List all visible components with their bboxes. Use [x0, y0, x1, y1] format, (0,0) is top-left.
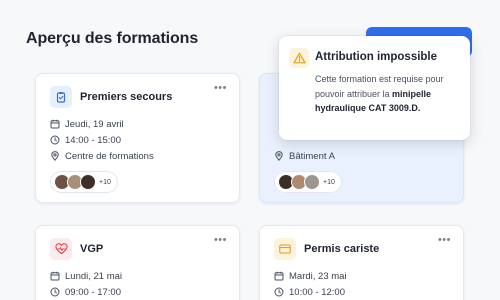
card-location: Bâtiment A [289, 150, 335, 162]
card-title: Permis cariste [304, 243, 380, 255]
card-menu-button[interactable]: ••• [214, 234, 227, 246]
card-date: Lundi, 21 mai [65, 270, 123, 282]
avatar [304, 174, 320, 190]
popover-title: Attribution impossible [315, 51, 438, 63]
training-card-premiers-secours[interactable]: Premiers secours ••• Jeudi, 19 avril 14:… [35, 73, 240, 203]
card-title: VGP [80, 243, 104, 255]
card-date: Jeudi, 19 avril [65, 118, 124, 130]
card-time: 14:00 - 15:00 [65, 134, 121, 146]
participants-group[interactable]: +10 [50, 171, 118, 193]
location-pin-icon [275, 151, 283, 161]
heartbeat-icon [50, 238, 72, 260]
page-title: Aperçu des formations [26, 30, 199, 47]
avatar [80, 174, 96, 190]
card-time: 10:00 - 12:00 [289, 286, 345, 298]
clipboard-check-icon [50, 86, 72, 108]
clock-icon [274, 287, 284, 297]
attribution-error-popover: Attribution impossible Cette formation e… [279, 36, 470, 140]
calendar-icon [50, 271, 60, 281]
popover-body: Cette formation est requise pour pouvoir… [315, 72, 463, 116]
card-time: 09:00 - 17:00 [65, 286, 121, 298]
card-location: Centre de formations [65, 150, 154, 162]
id-card-icon [274, 238, 296, 260]
training-card-permis-cariste[interactable]: Permis cariste ••• Mardi, 23 mai 10:00 -… [259, 225, 464, 300]
card-menu-button[interactable]: ••• [438, 234, 451, 246]
training-card-vgp[interactable]: VGP ••• Lundi, 21 mai 09:00 - 17:00 [35, 225, 240, 300]
warning-icon [289, 48, 309, 68]
calendar-icon [274, 271, 284, 281]
card-menu-button[interactable]: ••• [214, 82, 227, 94]
card-title: Premiers secours [80, 91, 173, 103]
participants-count: +10 [323, 178, 335, 186]
calendar-icon [50, 119, 60, 129]
card-date: Mardi, 23 mai [289, 270, 347, 282]
clock-icon [50, 135, 60, 145]
location-pin-icon [51, 151, 59, 161]
clock-icon [50, 287, 60, 297]
participants-count: +10 [99, 178, 111, 186]
participants-group[interactable]: +10 [274, 171, 342, 193]
